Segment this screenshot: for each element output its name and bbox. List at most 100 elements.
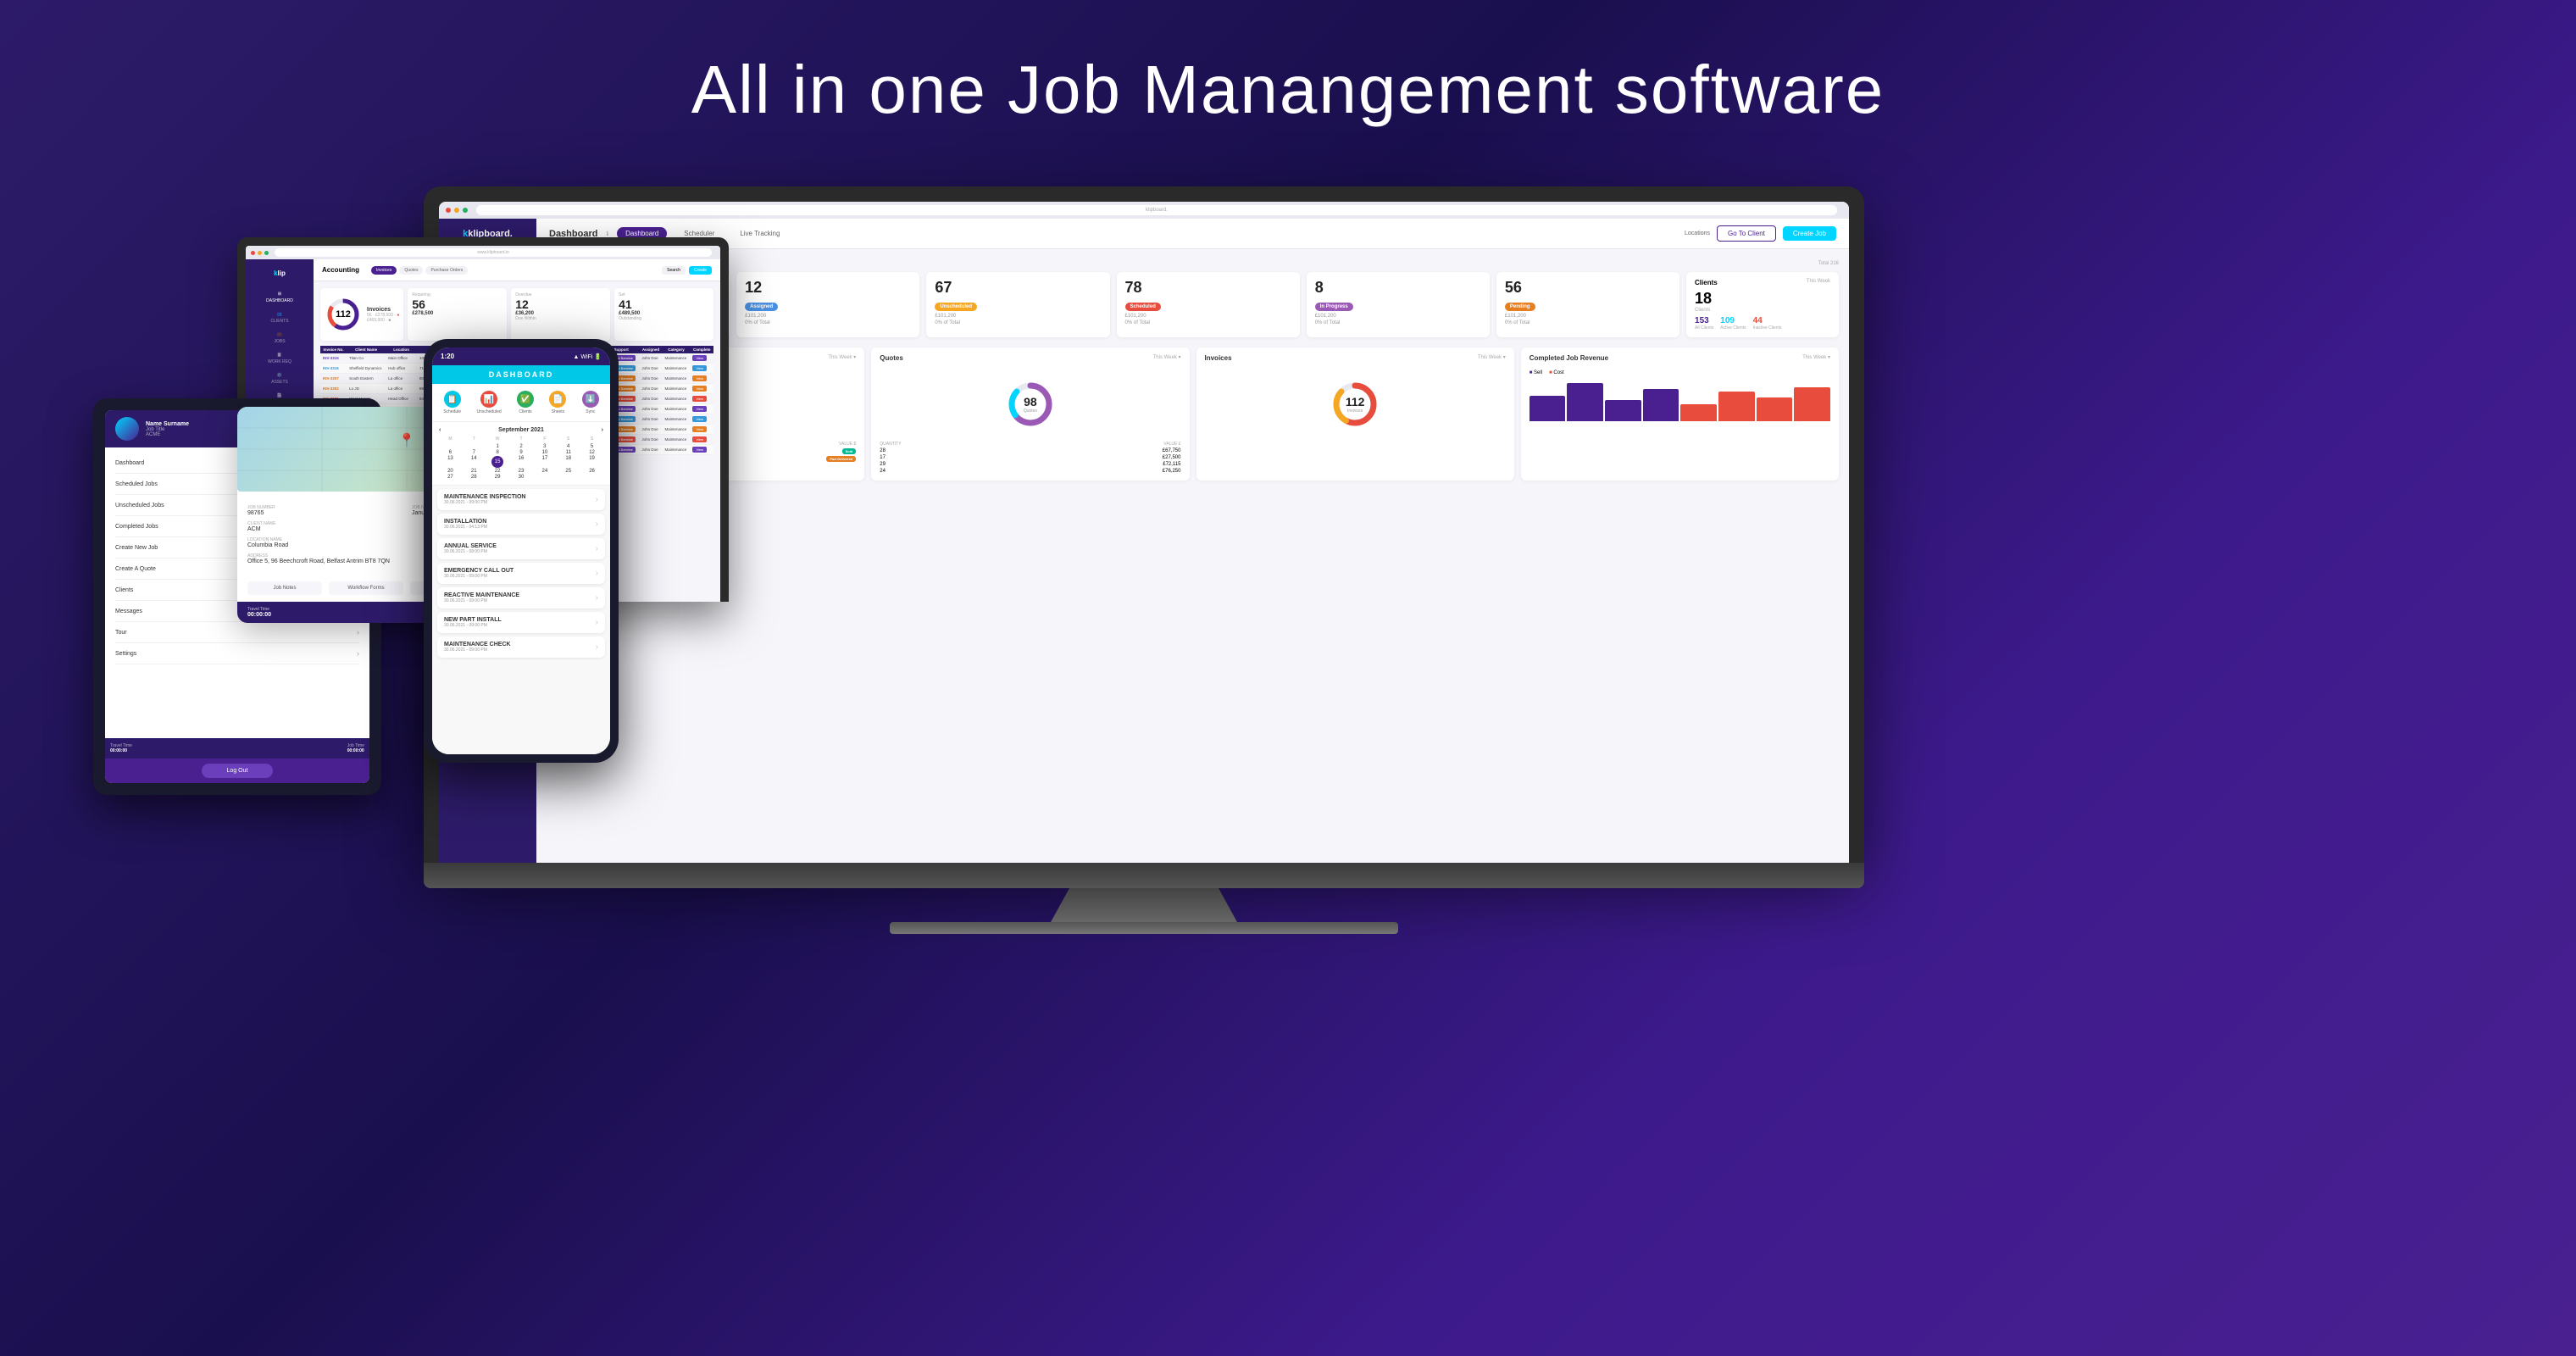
calendar-date: 22	[486, 469, 509, 474]
revenue-card: Completed Job Revenue This Week ▾ ■ Sell…	[1521, 347, 1839, 481]
chevron-right-icon: ›	[357, 649, 359, 658]
col-inv: Invoice No.	[320, 346, 347, 353]
monitor-item-clients[interactable]: 👥CLIENTS	[246, 308, 314, 328]
calendar-date: 12	[580, 450, 603, 455]
quick-action-sheets[interactable]: 📄 Sheets	[549, 391, 566, 414]
stat-card-5: 56 Pending £101,200 0% of Total	[1496, 272, 1679, 337]
col-complete: Complete	[690, 346, 713, 353]
calendar-date[interactable]: 15	[486, 456, 509, 468]
phone-status-bar: 1:20 ▲ WiFi 🔋	[432, 347, 610, 365]
topbar-right: Locations Go To Client Create Job	[1685, 225, 1836, 242]
calendar-date: 2	[510, 444, 533, 449]
sync-icon: ⬇️	[582, 391, 599, 408]
tablet-nav-tour[interactable]: Tour ›	[115, 622, 359, 643]
laptop-base	[424, 863, 1864, 888]
quick-action-clients[interactable]: ✅ Clients	[517, 391, 534, 414]
tablet-footer: Log Out	[105, 759, 369, 783]
workflow-forms-button[interactable]: Workflow Forms	[329, 581, 403, 595]
tab-live-tracking[interactable]: Live Tracking	[731, 227, 788, 240]
stats-row: 18 Assigned £101,200 0% of Total 12 Assi…	[547, 272, 1839, 337]
clients-this-week: This Week	[1807, 279, 1830, 286]
overdue-card: Requiring 56 £278,500	[408, 288, 507, 341]
monitor-page-title: Accounting	[322, 266, 359, 274]
phone-job-list: MAINTENANCE INSPECTION 30.06.2021 - 09:0…	[432, 486, 610, 754]
logout-button[interactable]: Log Out	[202, 764, 274, 778]
invoice-summary-row: 112 Invoices 56 · £278,500 · ● £465,000 …	[320, 288, 713, 341]
create-job-button[interactable]: Create Job	[1783, 226, 1836, 241]
calendar-date: 28	[463, 475, 486, 480]
laptop-stand	[1051, 888, 1237, 922]
phone-job-item[interactable]: REACTIVE MAINTENANCE 30.06.2021 - 09:00 …	[437, 587, 605, 609]
calendar-date: 20	[439, 469, 462, 474]
monitor-create-button[interactable]: Create	[689, 266, 712, 275]
monitor-tab-po[interactable]: Purchase Orders	[425, 266, 468, 275]
go-to-client-button[interactable]: Go To Client	[1717, 225, 1776, 242]
calendar-date: 25	[557, 469, 580, 474]
prev-month-icon[interactable]: ‹	[439, 427, 441, 433]
calendar-dates: 1234567891011121314151617181920212223242…	[439, 444, 603, 480]
job-chevron-icon: ›	[596, 544, 598, 553]
calendar-date: 4	[557, 444, 580, 449]
charts-row: Purchase Orders This Week ▾	[547, 347, 1839, 481]
job-chevron-icon: ›	[596, 593, 598, 603]
phone-status-icons: ▲ WiFi 🔋	[573, 353, 602, 360]
tablet-nav-settings[interactable]: Settings ›	[115, 643, 359, 664]
quotes-donut: 98 Quotes	[880, 370, 1180, 438]
monitor-topbar: Accounting Invoices Quotes Purchase Orde…	[314, 259, 720, 281]
col-client: Client Name	[347, 346, 386, 353]
quick-action-schedule[interactable]: 📋 Schedule	[443, 391, 461, 414]
invoices-donut: 112 Invoices	[1205, 370, 1506, 438]
calendar-header: ‹ September 2021 ›	[439, 427, 603, 433]
calendar-date: 17	[533, 456, 556, 468]
stat-card-2: 67 Unscheduled £101,200 0% of Total	[926, 272, 1109, 337]
calendar-date: 10	[533, 450, 556, 455]
page-headline: All in one Job Manangement software	[0, 0, 2576, 129]
total-jobs-label: Total 216	[1818, 261, 1839, 266]
laptop-topbar: Dashboard ℹ Dashboard Scheduler Live Tra…	[536, 219, 1849, 249]
calendar-date: 3	[533, 444, 556, 449]
clients-card: Clients This Week 18 Clients 153 All Cli…	[1686, 272, 1839, 337]
job-chevron-icon: ›	[596, 642, 598, 652]
monitor-item-work[interactable]: 📋WORK REQ	[246, 348, 314, 369]
browser-url-bar[interactable]: klipboard.	[476, 205, 1837, 215]
next-month-icon[interactable]: ›	[602, 427, 603, 433]
job-chevron-icon: ›	[596, 495, 598, 504]
phone-calendar: ‹ September 2021 › MTWTFSS 1234567891011…	[432, 422, 610, 486]
phone-job-item[interactable]: ANNUAL SERVICE 30.06.2021 - 08:00 PM ›	[437, 538, 605, 559]
revenue-bar-chart	[1530, 379, 1830, 421]
phone-job-item[interactable]: EMERGENCY CALL OUT 30.06.2021 - 09:00 PM…	[437, 563, 605, 584]
main-invoices-donut: 112	[325, 296, 362, 333]
phone-quick-actions: 📋 Schedule 📊 Unscheduled ✅ Clients 📄 She…	[432, 384, 610, 422]
laptop-main-content: Dashboard ℹ Dashboard Scheduler Live Tra…	[536, 219, 1849, 863]
monitor-search-button[interactable]: Search	[662, 266, 686, 275]
clients-total: 18	[1695, 290, 1830, 308]
calendar-date: 9	[510, 450, 533, 455]
outstanding-card: Set 41 £489,500 Outstanding	[614, 288, 713, 341]
phone-job-item[interactable]: MAINTENANCE INSPECTION 30.06.2021 - 09:0…	[437, 489, 605, 510]
map-pin-icon: 📍	[398, 432, 415, 449]
stat-card-3: 78 Scheduled £101,200 0% of Total	[1117, 272, 1300, 337]
monitor-tab-invoices[interactable]: Invoices	[371, 266, 397, 275]
quick-action-sync[interactable]: ⬇️ Sync	[582, 391, 599, 414]
clients-total-sub: Clients	[1695, 308, 1830, 313]
phone-job-item[interactable]: INSTALLATION 30.06.2021 - 04:13 PM ›	[437, 514, 605, 535]
job-notes-button[interactable]: Job Notes	[247, 581, 322, 595]
chevron-right-icon: ›	[357, 628, 359, 636]
job-chevron-icon: ›	[596, 618, 598, 627]
calendar-date: 13	[439, 456, 462, 468]
laptop-foot	[890, 922, 1398, 934]
quick-action-unscheduled[interactable]: 📊 Unscheduled	[476, 391, 501, 414]
calendar-date: 29	[486, 475, 509, 480]
calendar-date: 24	[533, 469, 556, 474]
monitor-item-jobs[interactable]: 💼JOBS	[246, 328, 314, 348]
phone-job-item[interactable]: MAINTENANCE CHECK 30.06.2021 - 09:00 PM …	[437, 636, 605, 658]
monitor-item-assets[interactable]: ⚙️ASSETS	[246, 369, 314, 389]
calendar-date: 5	[580, 444, 603, 449]
calendar-date: 27	[439, 475, 462, 480]
phone-job-item[interactable]: NEW PART INSTALL 30.06.2021 - 09:00 PM ›	[437, 612, 605, 633]
col-category: Category	[663, 346, 691, 353]
tablet-user-info: Name Surname Job Title ACME	[146, 421, 189, 437]
calendar-date: 7	[463, 450, 486, 455]
monitor-tab-quotes[interactable]: Quotes	[399, 266, 423, 275]
monitor-item-dashboard[interactable]: ⊞DASHBOARD	[246, 287, 314, 308]
